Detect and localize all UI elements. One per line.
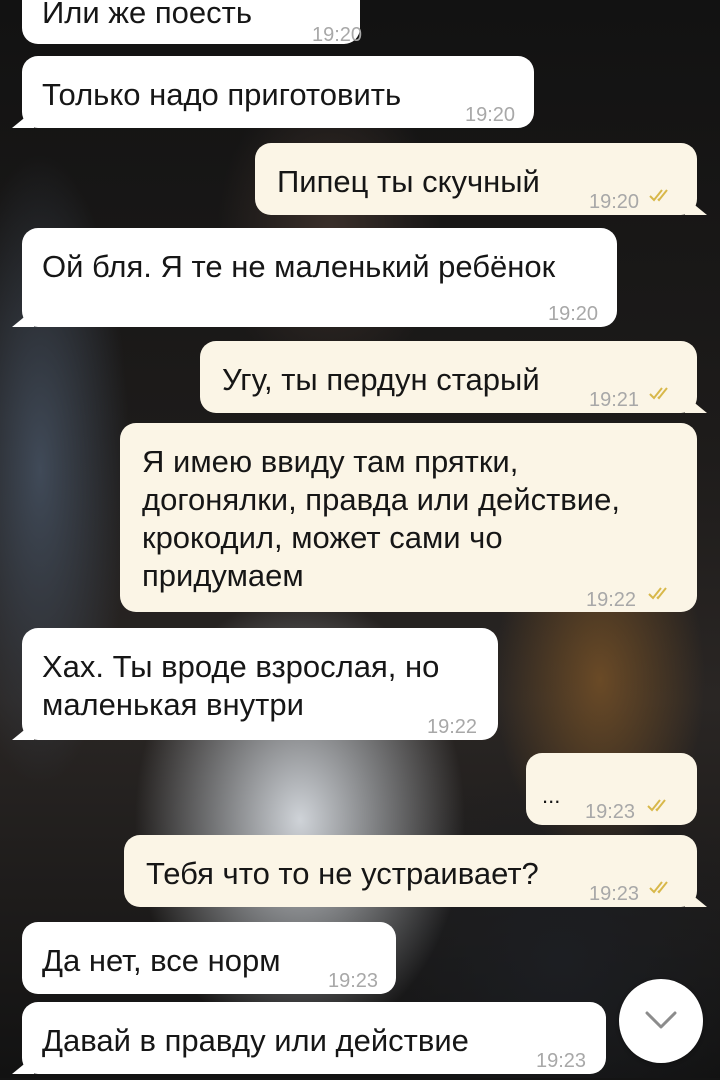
message-outgoing[interactable]: Тебя что то не устраивает? 19:23 — [124, 835, 707, 907]
message-time: 19:22 — [586, 589, 637, 611]
message-text: Давай в правду или действие — [42, 1023, 469, 1058]
message-incoming[interactable]: Или же поесть 19:20 — [22, 0, 362, 46]
message-outgoing[interactable]: Пипец ты скучный 19:20 — [255, 143, 707, 215]
message-time: 19:23 — [589, 883, 640, 905]
message-time: 19:20 — [548, 303, 599, 325]
double-check-icon — [649, 387, 668, 400]
double-check-icon — [649, 881, 668, 894]
double-check-icon — [649, 189, 668, 202]
message-text: Да нет, все норм — [42, 943, 281, 978]
message-time: 19:23 — [585, 801, 636, 823]
message-time: 19:20 — [589, 191, 640, 213]
message-incoming[interactable]: Только надо приготовить 19:20 — [12, 56, 534, 128]
message-outgoing[interactable]: Я имею ввиду там прятки, догонялки, прав… — [120, 423, 697, 612]
message-incoming[interactable]: Давай в правду или действие 19:23 — [12, 1002, 606, 1074]
message-incoming[interactable]: Хах. Ты вроде взрослая, но маленькая вну… — [12, 628, 498, 740]
message-time: 19:21 — [589, 389, 640, 411]
message-time: 19:23 — [328, 970, 379, 992]
double-check-icon — [648, 587, 667, 600]
message-text: Хах. Ты вроде взрослая, но маленькая вну… — [42, 649, 440, 722]
chevron-down-icon — [645, 1011, 677, 1029]
message-text: Тебя что то не устраивает? — [146, 856, 539, 891]
message-time: 19:20 — [312, 24, 363, 46]
message-text: Угу, ты пердун старый — [222, 362, 540, 397]
scroll-down-button[interactable] — [619, 979, 703, 1063]
message-text: Только надо приготовить — [42, 77, 402, 112]
message-incoming[interactable]: Да нет, все норм 19:23 — [22, 922, 396, 994]
message-text: Или же поесть — [42, 0, 253, 30]
message-incoming[interactable]: Ой бля. Я те не маленький ребёнок 19:20 — [12, 228, 617, 327]
double-check-icon — [647, 799, 666, 812]
message-text: Пипец ты скучный — [277, 164, 540, 199]
message-time: 19:22 — [427, 716, 478, 738]
message-time: 19:20 — [465, 104, 516, 126]
message-text: ... — [542, 783, 561, 808]
message-outgoing[interactable]: ... 19:23 — [526, 753, 697, 825]
message-time: 19:23 — [536, 1050, 587, 1072]
message-text: Я имею ввиду там прятки, догонялки, прав… — [142, 444, 620, 593]
message-outgoing[interactable]: Угу, ты пердун старый 19:21 — [200, 341, 707, 413]
message-text: Ой бля. Я те не маленький ребёнок — [42, 249, 556, 284]
